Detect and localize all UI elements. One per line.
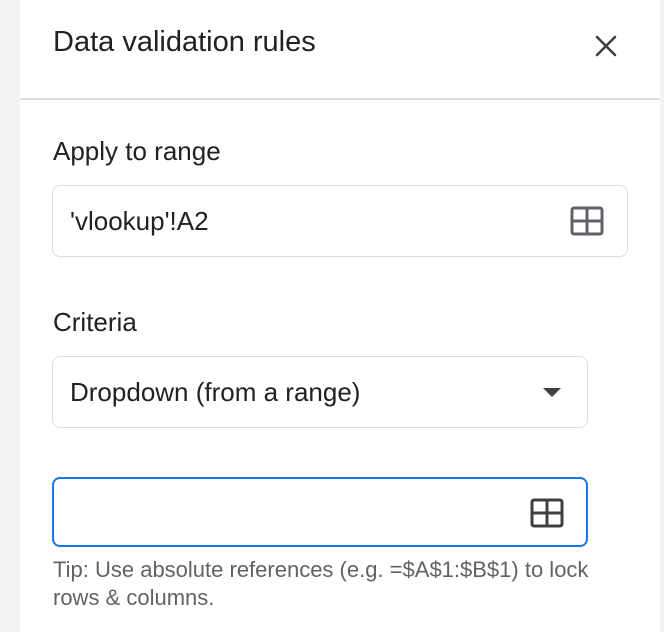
dropdown-arrow[interactable] bbox=[542, 386, 562, 398]
apply-to-range-value: 'vlookup'!A2 bbox=[70, 205, 209, 236]
apply-to-range-label: Apply to range bbox=[53, 136, 221, 166]
criteria-dropdown[interactable]: Dropdown (from a range) bbox=[52, 356, 588, 428]
grid-range-icon bbox=[530, 498, 564, 528]
close-icon bbox=[595, 35, 617, 57]
grid-range-icon bbox=[570, 206, 604, 236]
panel-title: Data validation rules bbox=[53, 26, 316, 58]
panel-header: Data validation rules bbox=[20, 0, 660, 100]
close-button[interactable] bbox=[588, 28, 624, 64]
tip-text: Tip: Use absolute references (e.g. =$A$1… bbox=[53, 557, 589, 610]
select-data-range-button[interactable] bbox=[530, 498, 564, 528]
select-range-button[interactable] bbox=[570, 206, 604, 236]
criteria-range-input[interactable] bbox=[52, 477, 588, 547]
criteria-label: Criteria bbox=[53, 307, 137, 337]
data-validation-panel: Data validation rules Apply to range 'vl… bbox=[20, 0, 660, 632]
criteria-selected-value: Dropdown (from a range) bbox=[70, 376, 361, 407]
apply-to-range-field[interactable]: 'vlookup'!A2 bbox=[52, 185, 628, 257]
caret-down-icon bbox=[543, 388, 561, 397]
